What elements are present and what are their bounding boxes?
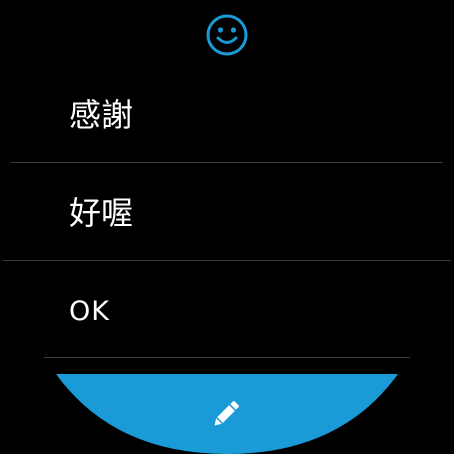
reply-option-thanks[interactable]: 感謝 [0, 66, 454, 162]
reply-label: OK [69, 296, 110, 327]
quick-reply-screen: 感謝 好喔 OK [0, 0, 454, 454]
reply-label: 感謝 [69, 96, 134, 134]
emoji-button[interactable] [205, 13, 249, 57]
smiley-face-icon [206, 14, 248, 56]
divider [3, 260, 451, 261]
reply-option-ok[interactable]: OK [0, 262, 454, 358]
divider [11, 162, 443, 163]
reply-option-okay[interactable]: 好喔 [0, 164, 454, 260]
pencil-icon [214, 400, 240, 426]
divider [44, 357, 410, 358]
reply-label: 好喔 [69, 194, 134, 232]
